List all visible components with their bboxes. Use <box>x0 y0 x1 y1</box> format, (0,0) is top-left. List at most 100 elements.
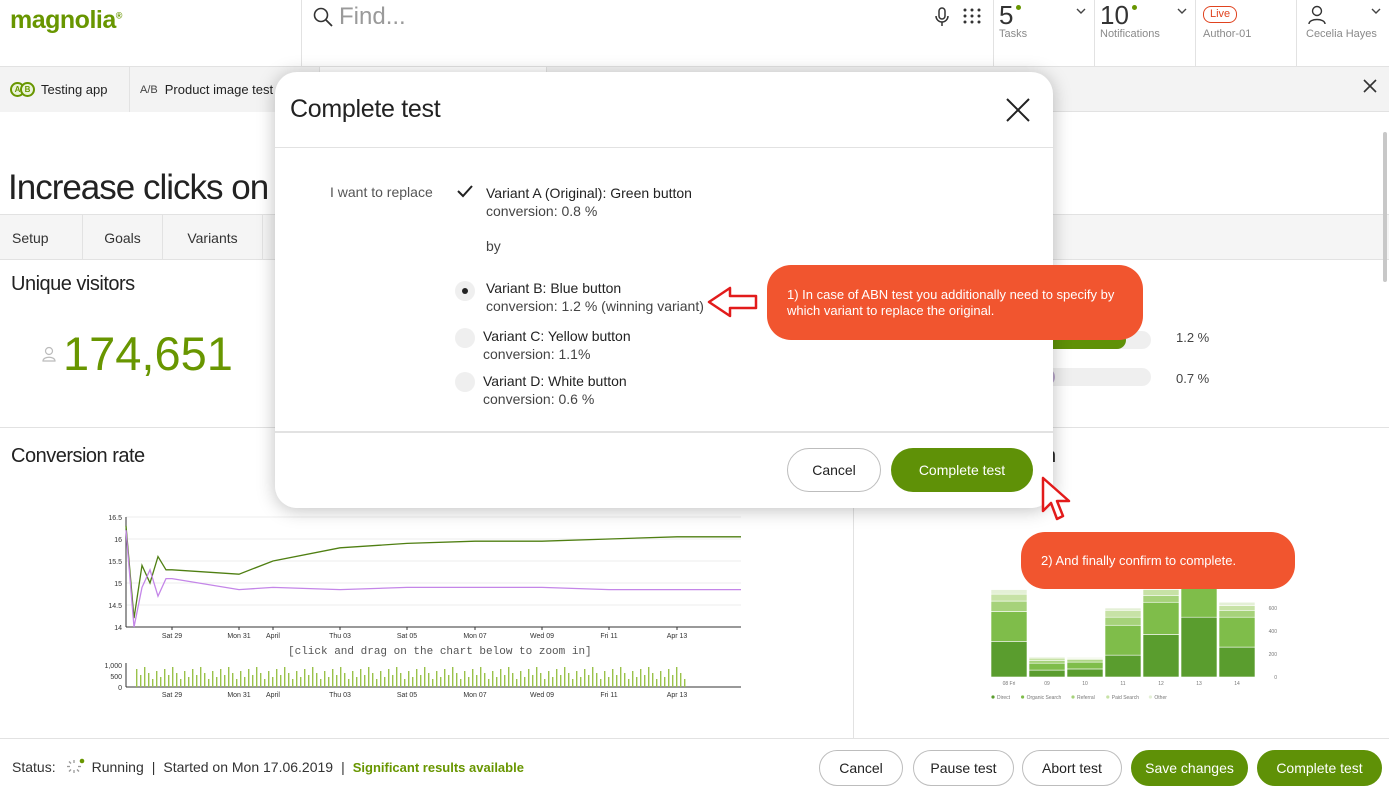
complete-test-footer-button[interactable]: Complete test <box>1257 750 1382 786</box>
navigator-bar <box>556 669 558 687</box>
navigator-bar <box>568 673 570 687</box>
navigator-bar <box>388 669 390 687</box>
conversion-line-chart[interactable]: 14 14.5 15 15.5 16 16.5 Sat 29 Mon 31 April Thu 0… <box>96 505 756 700</box>
navigator-x-tick-label: Mon 31 <box>227 692 250 699</box>
divider <box>275 147 1053 148</box>
legend-marker <box>1071 695 1075 699</box>
legend-label: Referral <box>1077 695 1095 701</box>
checkmark-icon[interactable] <box>456 184 474 198</box>
tab-goals[interactable]: Goals <box>83 215 163 260</box>
save-changes-button[interactable]: Save changes <box>1131 750 1248 786</box>
abort-test-button[interactable]: Abort test <box>1022 750 1122 786</box>
y-tick-label: 200 <box>1269 652 1278 658</box>
y-tick-label: 16.5 <box>108 515 122 522</box>
navigator-bar <box>164 669 166 687</box>
navigator-bar <box>440 677 442 687</box>
navigator-bar <box>464 671 466 687</box>
navigator-bar <box>176 673 178 687</box>
page-title: Increase clicks on C <box>8 168 302 207</box>
navigator-bar <box>480 667 482 687</box>
navigator-bar <box>636 677 638 687</box>
navigator-bar <box>536 667 538 687</box>
microphone-icon[interactable] <box>933 6 951 28</box>
ab-test-icon: AB <box>10 82 35 97</box>
by-label: by <box>486 238 501 254</box>
navigator-bar <box>216 677 218 687</box>
stack-segment <box>1104 654 1142 678</box>
navigator-bar <box>468 677 470 687</box>
navigator-bar <box>312 667 314 687</box>
navigator-x-tick-label: Wed 09 <box>530 692 554 699</box>
navigator-x-tick-label: Sat 05 <box>397 692 417 699</box>
navigator-bar <box>136 669 138 687</box>
close-icon[interactable] <box>1004 96 1032 124</box>
navigator-bar <box>432 679 434 687</box>
navigator-bar <box>400 673 402 687</box>
navigator-bar <box>472 669 474 687</box>
variant-c-name: Variant C: Yellow button <box>483 328 631 344</box>
find-bar[interactable]: Find... <box>301 0 993 67</box>
environment-label: Author-01 <box>1203 28 1252 40</box>
navigator-bar <box>376 679 378 687</box>
navigator-bar <box>144 667 146 687</box>
variant-c-conversion: conversion: 1.1% <box>483 346 591 362</box>
close-icon[interactable] <box>1363 79 1377 93</box>
variant-bar-value: 0.7 % <box>1176 371 1210 386</box>
legend-marker <box>1148 695 1152 699</box>
navigator-bar <box>656 679 658 687</box>
stack-segment <box>1142 601 1180 635</box>
category-label: 13 <box>1196 681 1202 687</box>
navigator-bar <box>396 667 398 687</box>
navigator-bar <box>296 671 298 687</box>
x-tick-label: Apr 13 <box>667 633 688 640</box>
tab-variants[interactable]: Variants <box>163 215 263 260</box>
navigator-bar <box>620 667 622 687</box>
navigator-bar <box>328 677 330 687</box>
page-scrollbar[interactable] <box>1383 132 1387 282</box>
navigator-bar <box>168 675 170 687</box>
legend-marker <box>1106 695 1110 699</box>
pause-test-button[interactable]: Pause test <box>913 750 1014 786</box>
tab-label: Testing app <box>41 82 108 97</box>
navigator-bar <box>548 671 550 687</box>
radio-variant-c[interactable] <box>455 328 475 348</box>
stack-segment <box>1028 662 1066 671</box>
category-label: 12 <box>1158 681 1164 687</box>
tab-testing-app[interactable]: AB Testing app <box>0 67 130 112</box>
navigator-bar <box>184 671 186 687</box>
navigator-bar <box>504 675 506 687</box>
navigator-bar <box>324 671 326 687</box>
apps-grid-icon[interactable] <box>962 7 982 25</box>
y-tick-label: 14 <box>114 625 122 632</box>
environment-indicator[interactable]: Live Author-01 <box>1195 0 1296 67</box>
navigator-bar <box>612 669 614 687</box>
navigator-bar <box>264 679 266 687</box>
legend-marker <box>1021 695 1025 699</box>
navigator-bar <box>632 671 634 687</box>
tasks-indicator[interactable]: 5 Tasks <box>993 0 1094 67</box>
user-menu[interactable]: Cecelia Hayes <box>1296 0 1389 67</box>
navigator-bar <box>512 673 514 687</box>
cancel-button[interactable]: Cancel <box>819 750 903 786</box>
original-variant-conversion: conversion: 0.8 % <box>486 203 598 219</box>
navigator-bar <box>580 677 582 687</box>
stack-segment <box>1028 669 1066 678</box>
radio-variant-d[interactable] <box>455 372 475 392</box>
navigator-bar <box>244 677 246 687</box>
navigator-bar <box>448 675 450 687</box>
notifications-indicator[interactable]: 10 Notifications <box>1094 0 1195 67</box>
running-spinner-icon <box>66 758 84 773</box>
significant-results-link[interactable]: Significant results available <box>353 760 524 775</box>
radio-variant-b[interactable] <box>455 281 475 301</box>
navigator-bar <box>584 669 586 687</box>
dialog-complete-test-button[interactable]: Complete test <box>891 448 1033 492</box>
navigator-bar <box>528 669 530 687</box>
dialog-cancel-button[interactable]: Cancel <box>787 448 881 492</box>
navigator-bar <box>272 677 274 687</box>
series-line <box>125 525 741 619</box>
magnolia-logo[interactable]: magnolia® <box>10 6 122 35</box>
tab-setup[interactable]: Setup <box>0 215 83 260</box>
navigator-bar <box>384 677 386 687</box>
navigator-bar <box>348 679 350 687</box>
original-variant-name: Variant A (Original): Green button <box>486 185 692 201</box>
